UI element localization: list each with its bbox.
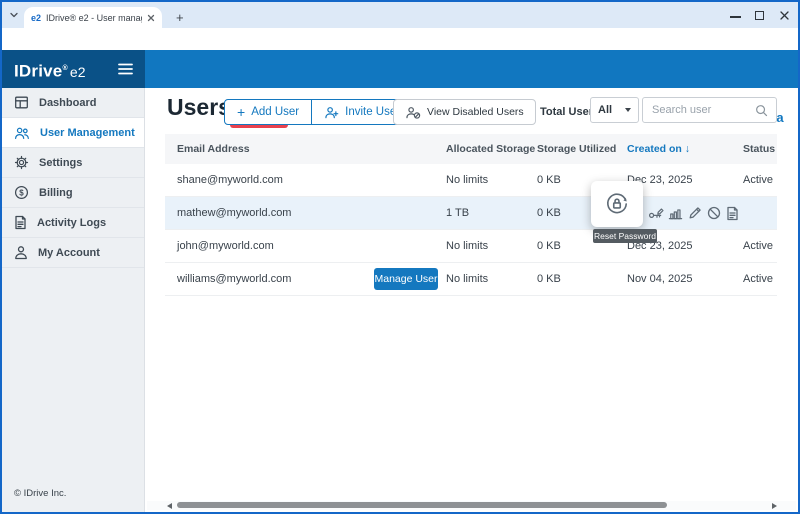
search-box: [642, 97, 777, 123]
table-row-mathew-hovered[interactable]: mathew@myworld.com 1 TB 0 KB: [165, 197, 777, 230]
storage-utilized: 0 KB: [537, 197, 561, 230]
user-email: john@myworld.com: [177, 230, 274, 263]
sidebar-item-billing[interactable]: $ Billing: [2, 178, 144, 208]
horizontal-scrollbar-thumb[interactable]: [177, 502, 667, 508]
view-disabled-users-button[interactable]: View Disabled Users: [393, 99, 536, 125]
storage-utilized: 0 KB: [537, 263, 561, 296]
gear-icon: [14, 155, 29, 170]
sidebar: Dashboard User Management Settings $ Bil…: [2, 88, 145, 512]
hamburger-menu-icon[interactable]: [118, 63, 133, 75]
sidebar-item-dashboard[interactable]: Dashboard: [2, 88, 144, 118]
idrive-e2-favicon: e2: [31, 13, 41, 23]
storage-utilized: 0 KB: [537, 230, 561, 263]
window-maximize-button[interactable]: [755, 11, 764, 20]
reset-password-button[interactable]: [591, 181, 643, 227]
edit-access-key-icon[interactable]: [648, 206, 665, 220]
scroll-right-arrow[interactable]: [772, 503, 777, 509]
person-plus-icon: [324, 106, 339, 119]
logo-area: IDrive®e2: [2, 50, 145, 88]
my-account-person-icon: [14, 245, 28, 260]
sidebar-item-label: Settings: [39, 157, 82, 169]
activity-logs-icon: [14, 215, 27, 230]
reset-password-tooltip: Reset Password: [593, 229, 657, 243]
usage-chart-icon[interactable]: [668, 206, 683, 220]
search-icon[interactable]: [755, 104, 768, 117]
sidebar-item-label: Billing: [39, 187, 73, 199]
reset-password-lock-icon: [604, 191, 630, 217]
sidebar-item-activity-logs[interactable]: Activity Logs: [2, 208, 144, 238]
scroll-left-arrow[interactable]: [167, 503, 172, 509]
storage-utilized: 0 KB: [537, 164, 561, 197]
search-input[interactable]: [652, 99, 750, 121]
sort-descending-icon: ↓: [685, 143, 690, 155]
browser-toolbar: ← → console.idrivee2.com/reseller-user-m…: [2, 28, 798, 50]
plus-icon: +: [237, 104, 245, 120]
status-badge: Active: [743, 230, 773, 263]
header-status: Status: [743, 134, 775, 164]
status-badge: Active: [743, 263, 773, 296]
window-minimize-button[interactable]: [730, 16, 741, 18]
allocated-storage: No limits: [446, 164, 488, 197]
window-close-button[interactable]: [779, 10, 790, 21]
table-row-williams[interactable]: williams@myworld.com Manage User No limi…: [165, 263, 777, 296]
header-storage-utilized: Storage Utilized: [537, 134, 616, 164]
tab-title: IDrive® e2 - User management: [46, 13, 142, 23]
table-row-john[interactable]: john@myworld.com No limits 0 KB Dec 23, …: [165, 230, 777, 263]
tab-strip: e2 IDrive® e2 - User management +: [2, 2, 798, 28]
created-on: Nov 04, 2025: [627, 263, 692, 296]
user-email: mathew@myworld.com: [177, 197, 291, 230]
disable-user-ban-icon[interactable]: [707, 206, 721, 220]
browser-tab[interactable]: e2 IDrive® e2 - User management: [24, 7, 162, 28]
billing-dollar-icon: $: [14, 185, 29, 200]
user-email: shane@myworld.com: [177, 164, 283, 197]
header-email-address: Email Address: [177, 134, 250, 164]
tab-close-icon[interactable]: [147, 14, 155, 22]
idrive-e2-logo: IDrive®e2: [14, 50, 86, 88]
sidebar-item-label: User Management: [40, 127, 135, 139]
svg-text:$: $: [19, 188, 24, 197]
edit-pencil-icon[interactable]: [688, 206, 702, 220]
user-actions-button-group: + Add User Invite Users: [224, 99, 419, 125]
table-header-row: Email Address Allocated Storage Storage …: [165, 134, 777, 164]
users-icon: [14, 126, 30, 140]
sidebar-item-label: Activity Logs: [37, 217, 106, 229]
filter-chevron-down-icon: [625, 108, 631, 112]
allocated-storage: 1 TB: [446, 197, 469, 230]
allocated-storage: No limits: [446, 263, 488, 296]
header-allocated-storage: Allocated Storage: [446, 134, 535, 164]
sidebar-item-user-management[interactable]: User Management: [2, 118, 144, 148]
user-email: williams@myworld.com: [177, 263, 291, 296]
user-filter-dropdown[interactable]: All: [590, 97, 639, 123]
new-tab-button[interactable]: +: [176, 7, 184, 28]
dashboard-icon: [14, 95, 29, 110]
page-title: Users: [167, 94, 231, 121]
header-created-on-sort[interactable]: Created on ↓: [627, 134, 690, 164]
status-badge: Active: [743, 164, 773, 197]
allocated-storage: No limits: [446, 230, 488, 263]
sidebar-item-my-account[interactable]: My Account: [2, 238, 144, 268]
tab-search-chevron-icon[interactable]: [9, 11, 19, 19]
user-logs-document-icon[interactable]: [726, 206, 739, 221]
person-disabled-icon: [405, 106, 421, 119]
browser-window: e2 IDrive® e2 - User management + ← → co…: [0, 0, 800, 514]
sidebar-item-label: My Account: [38, 247, 100, 259]
manage-user-button[interactable]: Manage User: [374, 268, 438, 290]
copyright-text: © IDrive Inc.: [14, 488, 66, 499]
sidebar-item-settings[interactable]: Settings: [2, 148, 144, 178]
add-user-button[interactable]: + Add User: [225, 100, 311, 124]
table-row-shane[interactable]: shane@myworld.com No limits 0 KB Dec 23,…: [165, 164, 777, 197]
sidebar-item-label: Dashboard: [39, 97, 96, 109]
filter-selected-value: All: [598, 104, 612, 116]
